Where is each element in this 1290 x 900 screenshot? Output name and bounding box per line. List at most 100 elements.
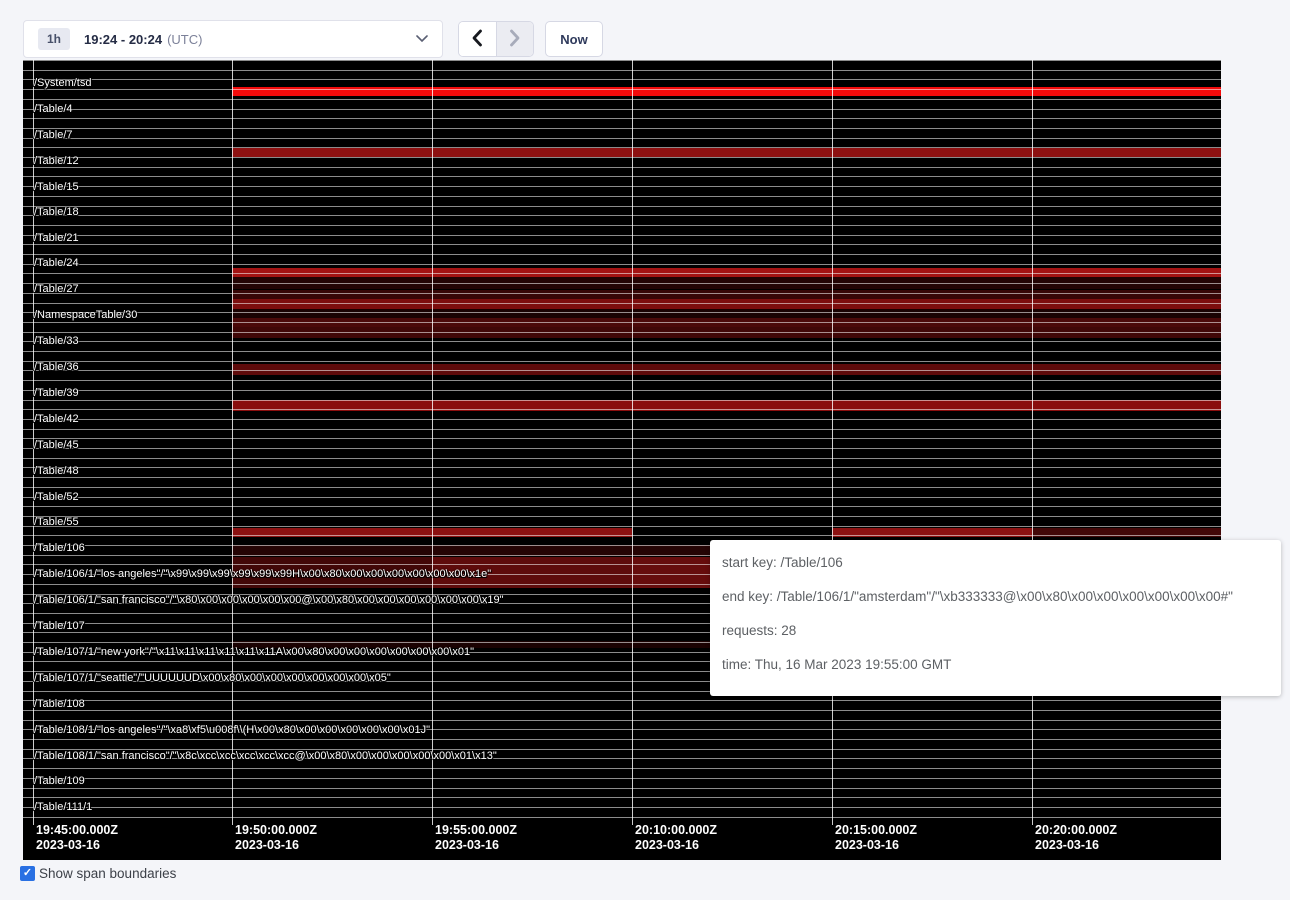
time-range-dropdown[interactable]: 1h 19:24 - 20:24 (UTC) (23, 20, 443, 58)
span-label: /Table/107/1/"seattle"/"UUUUUUD\x00\x80\… (34, 672, 391, 684)
span-boundary-line (23, 400, 1221, 401)
chevron-left-icon (471, 29, 483, 50)
x-axis-tick-time: 20:20:00.000Z (1035, 823, 1117, 838)
span-boundary-line (23, 293, 1221, 294)
span-boundary-line (23, 535, 1221, 536)
span-boundary-line (23, 506, 1221, 507)
chevron-down-icon (416, 35, 428, 43)
span-boundary-line (23, 60, 1221, 61)
heat-band (232, 309, 1221, 318)
timezone-text: (UTC) (167, 32, 202, 47)
span-label: /Table/15 (34, 181, 79, 193)
time-gridline (1032, 60, 1033, 825)
span-label: /Table/45 (34, 439, 79, 451)
span-label: /Table/107/1/"new york"/"\x11\x11\x11\x1… (34, 646, 474, 658)
x-axis-tick-date: 2023-03-16 (435, 838, 499, 853)
span-boundary-line (23, 138, 1221, 139)
span-boundary-line (23, 254, 1221, 255)
time-gridline (232, 60, 233, 825)
span-boundary-line (23, 429, 1221, 430)
span-boundary-line (23, 167, 1221, 168)
span-boundary-line (23, 467, 1221, 468)
heat-band (232, 299, 1221, 309)
span-label: /Table/52 (34, 491, 79, 503)
span-boundary-line (23, 273, 1221, 274)
span-label: /Table/108 (34, 698, 85, 710)
time-gridline (632, 60, 633, 825)
span-boundary-line (23, 186, 1221, 187)
span-boundary-line (23, 516, 1221, 517)
span-label: /System/tsd (34, 77, 91, 89)
time-nav-group (458, 21, 534, 57)
tooltip-line: start key: /Table/106 (722, 553, 1269, 573)
span-boundary-line (23, 109, 1221, 110)
chevron-right-icon (509, 29, 521, 50)
heat-band (232, 364, 1221, 375)
heat-band (232, 268, 1221, 278)
x-axis-tick-date: 2023-03-16 (635, 838, 699, 853)
span-label: /Table/106/1/"san francisco"/"\x80\x00\x… (34, 594, 504, 606)
x-axis-tick-time: 20:10:00.000Z (635, 823, 717, 838)
show-span-boundaries-checkbox[interactable] (20, 866, 35, 881)
span-label: /Table/21 (34, 232, 79, 244)
span-boundary-line (23, 778, 1221, 779)
span-boundary-line (23, 196, 1221, 197)
span-label: /Table/106 (34, 542, 85, 554)
span-boundary-line (23, 341, 1221, 342)
span-boundary-line (23, 206, 1221, 207)
span-boundary-line (23, 79, 1221, 80)
span-boundary-line (23, 497, 1221, 498)
span-label: /Table/7 (34, 129, 73, 141)
span-boundary-line (23, 700, 1221, 701)
span-boundary-line (23, 720, 1221, 721)
span-boundary-line (23, 438, 1221, 439)
span-boundary-line (23, 390, 1221, 391)
span-label: /Table/48 (34, 465, 79, 477)
span-boundary-line (23, 312, 1221, 313)
x-axis-tick-time: 19:45:00.000Z (36, 823, 118, 838)
span-boundary-line (23, 710, 1221, 711)
span-boundary-line (23, 448, 1221, 449)
span-boundary-line (23, 147, 1221, 148)
span-boundary-line (23, 89, 1221, 90)
span-boundary-line (23, 157, 1221, 158)
span-boundary-line (23, 807, 1221, 808)
span-boundary-line (23, 70, 1221, 71)
span-boundary-line (23, 351, 1221, 352)
heat-band (232, 290, 1221, 299)
span-label: /Table/107 (34, 620, 85, 632)
time-range-text: 19:24 - 20:24 (84, 32, 162, 47)
x-axis-tick-date: 2023-03-16 (835, 838, 899, 853)
tooltip-line: end key: /Table/106/1/"amsterdam"/"\xb33… (722, 587, 1269, 607)
duration-chip: 1h (38, 28, 70, 50)
span-boundary-line (23, 118, 1221, 119)
span-boundary-line (23, 264, 1221, 265)
prev-time-button[interactable] (459, 22, 496, 56)
span-label: /Table/39 (34, 387, 79, 399)
show-span-boundaries-label: Show span boundaries (39, 866, 176, 881)
span-label: /Table/4 (34, 103, 73, 115)
x-axis-tick-time: 20:15:00.000Z (835, 823, 917, 838)
tooltip-line: time: Thu, 16 Mar 2023 19:55:00 GMT (722, 655, 1269, 675)
span-label: /Table/12 (34, 155, 79, 167)
span-boundary-line (23, 477, 1221, 478)
span-label: /Table/36 (34, 361, 79, 373)
span-boundary-line (23, 235, 1221, 236)
heatmap-canvas[interactable]: 19:45:00.000Z 2023-03-16 19:50:00.000Z 2023… (23, 60, 1221, 860)
span-boundary-line (23, 176, 1221, 177)
span-boundary-line (23, 526, 1221, 527)
span-boundary-line (23, 487, 1221, 488)
span-label: /Table/18 (34, 206, 79, 218)
span-boundary-line (23, 370, 1221, 371)
now-button[interactable]: Now (545, 21, 603, 57)
span-boundary-line (23, 322, 1221, 323)
footer: Show span boundaries (20, 866, 176, 881)
next-time-button[interactable] (496, 22, 533, 56)
span-boundary-line (23, 303, 1221, 304)
time-gridline (832, 60, 833, 825)
span-boundary-line (23, 244, 1221, 245)
span-label: /Table/27 (34, 283, 79, 295)
span-boundary-line (23, 768, 1221, 769)
span-label: /Table/42 (34, 413, 79, 425)
x-axis-tick-time: 19:50:00.000Z (235, 823, 317, 838)
